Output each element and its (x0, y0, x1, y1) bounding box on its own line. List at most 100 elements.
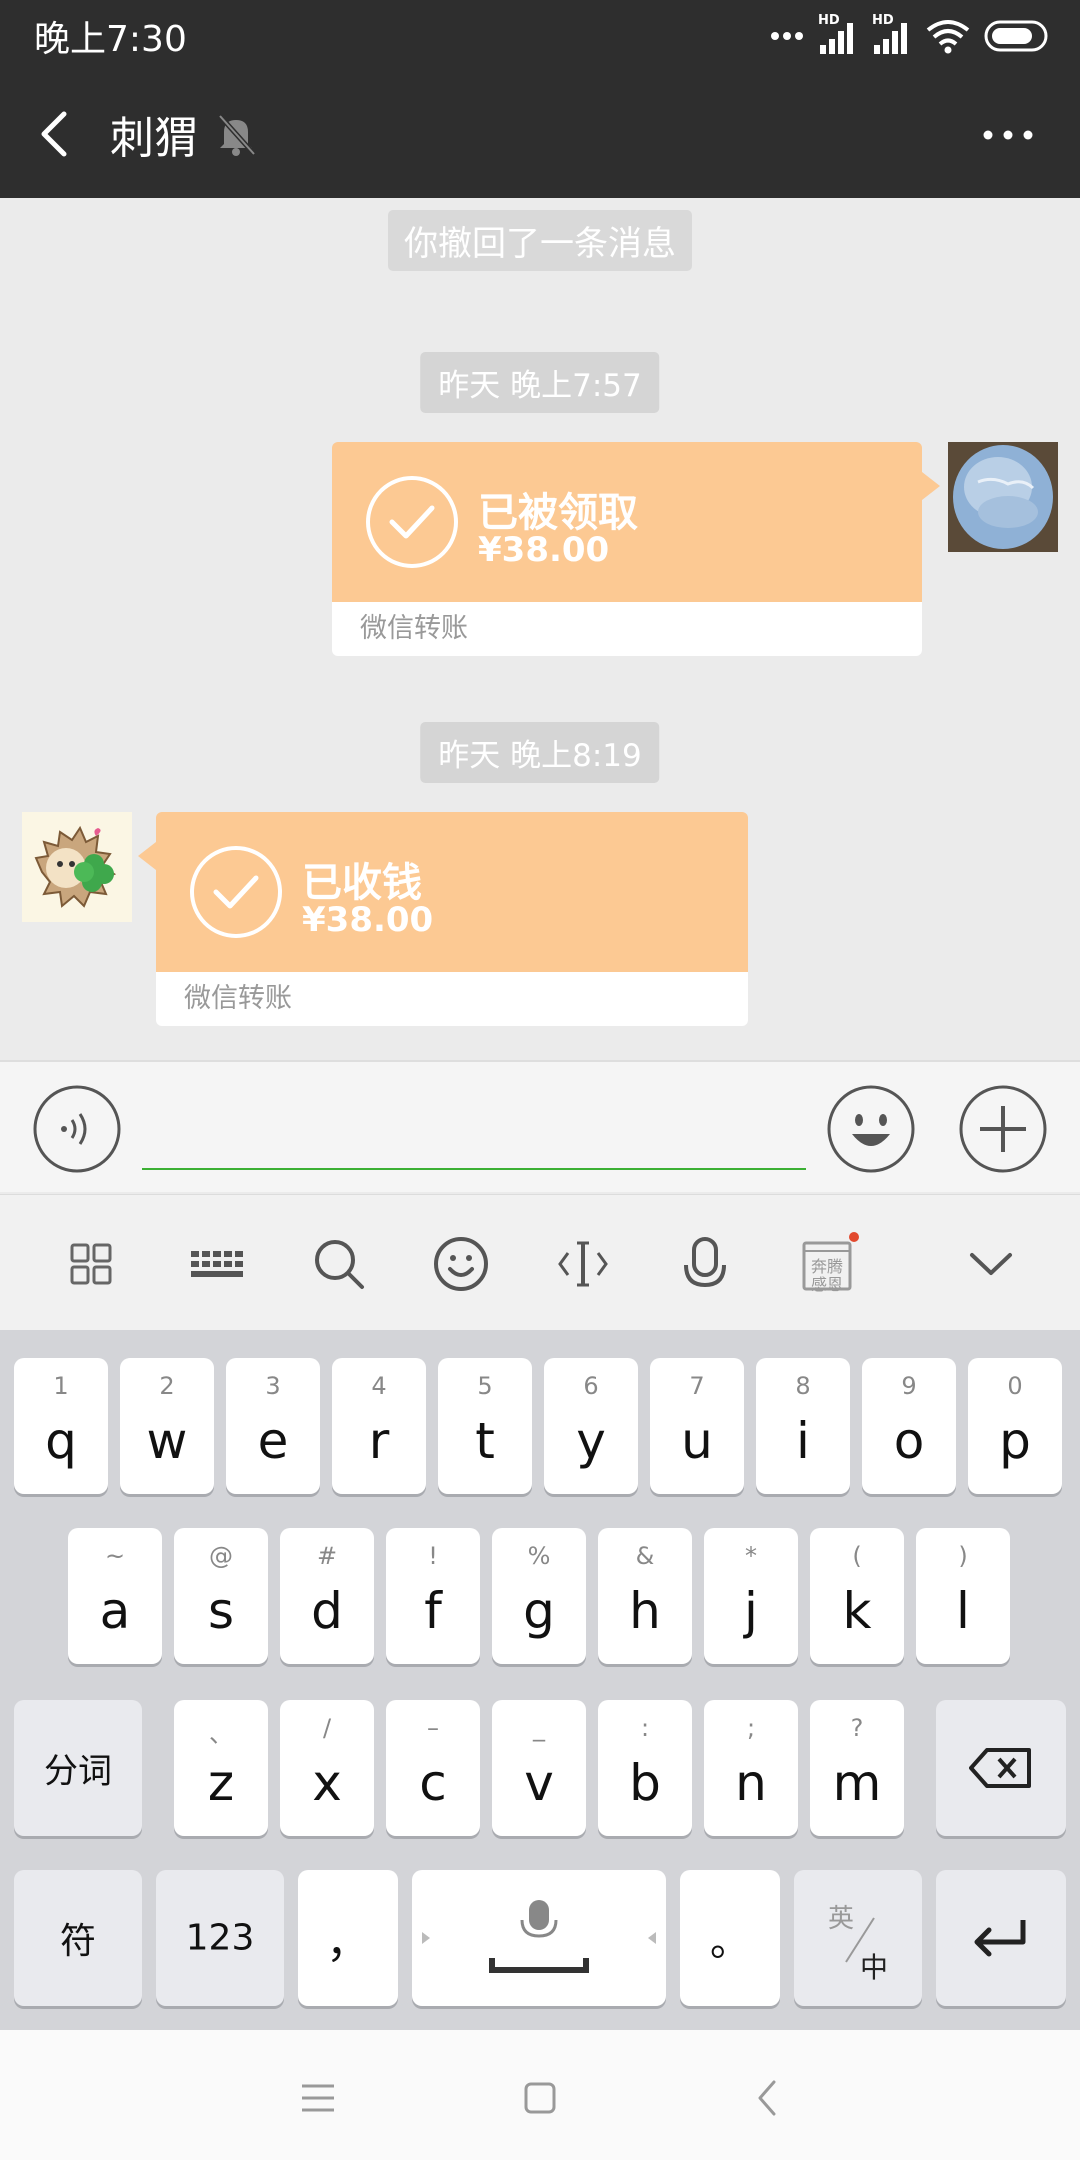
chat-area[interactable]: 你撤回了一条消息 昨天 晚上7:57 已被领取 ¥38.00 微信转账 昨天 晚… (0, 198, 1080, 1060)
space-key[interactable] (412, 1870, 666, 2006)
key-primary-label: k (842, 1582, 872, 1640)
back-arrow-icon[interactable] (28, 102, 84, 166)
key-primary-label: x (312, 1754, 342, 1812)
key-w[interactable]: 2w (120, 1358, 214, 1494)
key-q[interactable]: 1q (14, 1358, 108, 1494)
key-secondary-label: 6 (583, 1372, 599, 1400)
input-bar (0, 1060, 1080, 1192)
keyboard: 1q2w3e4r5t6y7u8i9o0p ~ a @ s # d! f% g & h * j(k) l … (0, 1330, 1080, 2030)
key-e[interactable]: 3e (226, 1358, 320, 1494)
key-n[interactable]: ; n (704, 1700, 798, 1836)
menu-icon[interactable] (288, 2068, 348, 2128)
key-z[interactable]: 、 z (174, 1700, 268, 1836)
comma-key[interactable]: ， (298, 1870, 398, 2006)
sent-transfer-top: 已被领取 ¥38.00 (332, 442, 940, 602)
transfer-footer: 微信转账 (156, 972, 748, 1026)
key-secondary-label: 8 (795, 1372, 811, 1400)
key-g[interactable]: % g (492, 1528, 586, 1664)
timestamp: 昨天 晚上7:57 (420, 352, 660, 413)
key-k[interactable]: (k (810, 1528, 904, 1664)
key-s[interactable]: @ s (174, 1528, 268, 1664)
smiley-icon[interactable] (426, 1229, 496, 1299)
backspace-key[interactable] (936, 1700, 1066, 1836)
key-primary-label: b (629, 1754, 661, 1812)
key-secondary-label: 7 (689, 1372, 705, 1400)
number-label: 123 (185, 1917, 255, 1959)
key-m[interactable]: ? m (810, 1700, 904, 1836)
transfer-amount: ¥38.00 (478, 530, 610, 570)
more-options-icon[interactable] (978, 110, 1038, 160)
cursor-icon[interactable] (548, 1229, 618, 1299)
muted-bell-icon (218, 114, 256, 156)
key-primary-label: i (796, 1412, 810, 1470)
sky-photo-avatar (948, 442, 1058, 552)
key-b[interactable]: :b (598, 1700, 692, 1836)
number-key[interactable]: 123 (156, 1870, 284, 2006)
key-f[interactable]: ! f (386, 1528, 480, 1664)
key-t[interactable]: 5t (438, 1358, 532, 1494)
chat-title: 刺猬 (110, 113, 198, 164)
key-primary-label: d (311, 1582, 343, 1640)
key-r[interactable]: 4r (332, 1358, 426, 1494)
key-primary-label: m (832, 1754, 882, 1812)
hedgehog-clover-avatar (22, 812, 132, 922)
home-icon[interactable] (510, 2068, 570, 2128)
key-x[interactable]: / x (280, 1700, 374, 1836)
key-a[interactable]: ~ a (68, 1528, 162, 1664)
key-primary-label: g (523, 1582, 555, 1640)
received-transfer-card[interactable]: 已收钱 ¥38.00 微信转账 (138, 812, 748, 1026)
key-j[interactable]: * j (704, 1528, 798, 1664)
language-switch-key[interactable]: 英 中 (794, 1870, 922, 2006)
key-secondary-label: * (745, 1542, 757, 1570)
key-secondary-label: 9 (901, 1372, 917, 1400)
key-secondary-label: ) (958, 1542, 968, 1570)
key-v[interactable]: _ v (492, 1700, 586, 1836)
my-avatar[interactable] (948, 442, 1058, 552)
keyboard-icon[interactable] (182, 1229, 252, 1299)
key-primary-label: q (45, 1412, 77, 1470)
key-primary-label: s (207, 1582, 235, 1640)
signal-1-tag: HD (818, 13, 840, 28)
plus-icon[interactable] (958, 1084, 1048, 1174)
fenci-key[interactable]: 分词 (14, 1700, 142, 1836)
symbol-key[interactable]: 符 (14, 1870, 142, 2006)
grid-icon[interactable] (56, 1229, 126, 1299)
sent-transfer-card[interactable]: 已被领取 ¥38.00 微信转账 (332, 442, 940, 656)
signal-2-tag: HD (872, 13, 894, 28)
key-i[interactable]: 8i (756, 1358, 850, 1494)
key-secondary-label: 4 (371, 1372, 387, 1400)
key-o[interactable]: 9o (862, 1358, 956, 1494)
period-key[interactable]: 。 (680, 1870, 780, 2006)
voice-input-icon[interactable] (32, 1084, 122, 1174)
period-label: 。 (710, 1919, 750, 1965)
message-input[interactable] (142, 1090, 806, 1170)
back-icon[interactable] (738, 2068, 798, 2128)
key-l[interactable]: ) l (916, 1528, 1010, 1664)
search-icon[interactable] (304, 1229, 374, 1299)
collapse-chevron-icon[interactable] (956, 1229, 1026, 1299)
key-secondary-label: @ (209, 1542, 233, 1570)
transfer-amount: ¥38.00 (302, 900, 434, 940)
key-u[interactable]: 7u (650, 1358, 744, 1494)
key-c[interactable]: – c (386, 1700, 480, 1836)
wifi-icon (926, 20, 970, 54)
received-transfer-top: 已收钱 ¥38.00 (138, 812, 748, 972)
key-y[interactable]: 6y (544, 1358, 638, 1494)
key-h[interactable]: & h (598, 1528, 692, 1664)
key-d[interactable]: # d (280, 1528, 374, 1664)
enter-key[interactable] (936, 1870, 1066, 2006)
key-primary-label: j (744, 1582, 758, 1640)
signal-1: HD (818, 13, 858, 55)
key-secondary-label: _ (533, 1714, 545, 1742)
key-primary-label: h (629, 1582, 661, 1640)
key-p[interactable]: 0p (968, 1358, 1062, 1494)
emoji-icon[interactable] (826, 1084, 916, 1174)
contact-avatar[interactable] (22, 812, 132, 922)
microphone-icon[interactable] (670, 1229, 740, 1299)
key-secondary-label: 5 (477, 1372, 493, 1400)
key-primary-label: c (419, 1754, 447, 1812)
recall-notice: 你撤回了一条消息 (388, 210, 692, 271)
sticker-icon[interactable]: 奔腾 感恩 (792, 1229, 862, 1299)
key-secondary-label: ! (428, 1542, 438, 1570)
status-icons: HD HD (770, 13, 1050, 58)
